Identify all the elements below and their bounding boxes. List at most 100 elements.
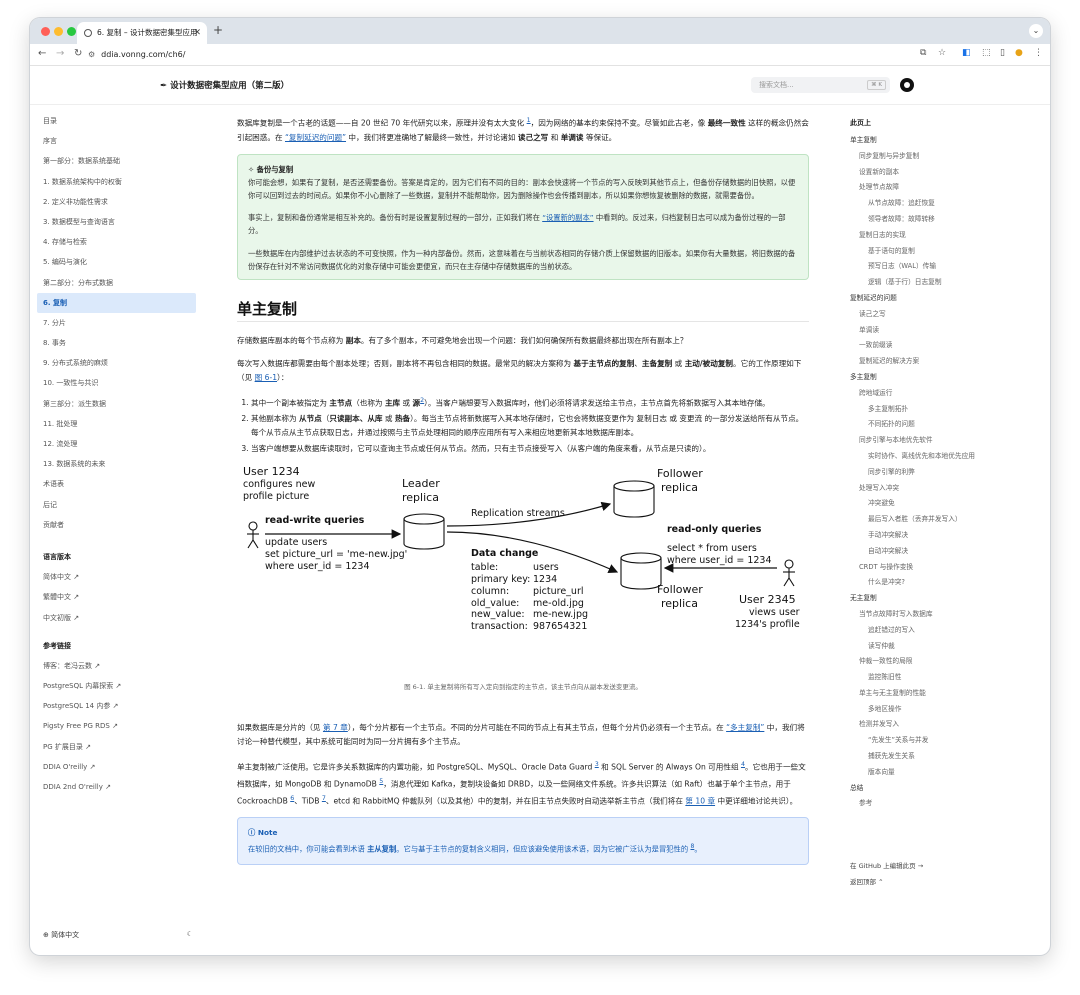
install-app-icon[interactable]: ⧉ (920, 48, 926, 58)
sidebar-item[interactable]: 序言 (37, 131, 196, 151)
toc-item[interactable]: 复制延迟的解决方案 (850, 354, 1030, 370)
toc-item[interactable]: 读写仲裁 (850, 639, 1030, 655)
toc-item[interactable]: “先发生”关系与并发 (850, 733, 1030, 749)
browser-menu-icon[interactable]: ⋮ (1034, 48, 1043, 58)
new-tab-button[interactable]: + (213, 23, 223, 37)
toc-item[interactable]: 同步引擎与本地优先软件 (850, 433, 1030, 449)
toc-item[interactable]: 仲裁一致性的局限 (850, 654, 1030, 670)
toc-item[interactable]: 处理写入冲突 (850, 481, 1030, 497)
toc-item[interactable]: 监控陈旧性 (850, 670, 1030, 686)
toc-item[interactable]: 预写日志（WAL）传输 (850, 259, 1030, 275)
sidebar-item[interactable]: 目录 (37, 111, 196, 131)
sidebar-item[interactable]: 1. 数据系统架构中的权衡 (37, 172, 196, 192)
toc-item[interactable]: 复制延迟的问题 (850, 291, 1030, 307)
new-replica-link[interactable]: “设置新的副本” (542, 213, 593, 222)
github-icon[interactable] (900, 78, 914, 92)
toc-item[interactable]: 版本向量 (850, 765, 1030, 781)
sidebar-lang-link[interactable]: 中文初版 ↗ (37, 608, 196, 628)
toc-item[interactable]: 多地区操作 (850, 702, 1030, 718)
multi-leader-link[interactable]: “多主复制” (726, 723, 764, 732)
sidebar-item[interactable]: 8. 事务 (37, 333, 196, 353)
tab-search-chevron-icon[interactable]: ⌄ (1029, 24, 1043, 38)
figure-6-1-link[interactable]: 图 6-1 (255, 373, 277, 382)
site-logo[interactable]: ✒ 设计数据密集型应用（第二版） (160, 79, 289, 91)
language-switcher[interactable]: ⊕ 简体中文 (43, 931, 79, 939)
toc-item[interactable]: CRDT 与操作变换 (850, 560, 1030, 576)
toc-item[interactable]: 最后写入者胜（丢弃并发写入） (850, 512, 1030, 528)
toc-item[interactable]: 单主复制 (850, 133, 1030, 149)
toc-item[interactable]: 从节点故障：追赶恢复 (850, 196, 1030, 212)
bookmark-star-icon[interactable]: ☆ (938, 48, 946, 58)
search-input[interactable]: 搜索文档... ⌘ K (751, 77, 890, 93)
sidebar-item[interactable]: 术语表 (37, 474, 196, 494)
address-bar[interactable]: ⚙ ddia.vonng.com/ch6/ (88, 48, 185, 62)
toc-item[interactable]: 处理节点故障 (850, 180, 1030, 196)
toc-item[interactable]: 无主复制 (850, 591, 1030, 607)
site-settings-icon[interactable]: ⚙ (88, 50, 95, 59)
sidebar-item[interactable]: 4. 存储与检索 (37, 232, 196, 252)
sidebar-item[interactable]: 后记 (37, 495, 196, 515)
chapter-7-link[interactable]: 第 7 章 (323, 723, 348, 732)
toc-item[interactable]: 跨地域运行 (850, 386, 1030, 402)
profile-avatar-icon[interactable]: ● (1015, 48, 1023, 58)
sidebar-ref-link[interactable]: DDIA 2nd O'reilly ↗ (37, 777, 196, 797)
sidebar-item[interactable]: 13. 数据系统的未来 (37, 454, 196, 474)
toc-item[interactable]: 什么是冲突? (850, 575, 1030, 591)
sidebar-ref-link[interactable]: DDIA O'reilly ↗ (37, 757, 196, 777)
toc-item[interactable]: 当节点故障时写入数据库 (850, 607, 1030, 623)
translate-extension-icon[interactable]: ◧ (962, 48, 971, 58)
toc-item[interactable]: 读己之写 (850, 307, 1030, 323)
chapter-10-link[interactable]: 第 10 章 (685, 797, 715, 806)
sidebar-item[interactable]: 第三部分：派生数据 (37, 394, 196, 414)
toc-item[interactable]: 单主与无主复制的性能 (850, 686, 1030, 702)
back-arrow-icon[interactable]: ← (38, 48, 46, 59)
toc-item[interactable]: 一致前缀读 (850, 338, 1030, 354)
toc-item[interactable]: 追赶错过的写入 (850, 623, 1030, 639)
sidebar-item[interactable]: 第二部分：分布式数据 (37, 273, 196, 293)
toc-item[interactable]: 逻辑（基于行）日志复制 (850, 275, 1030, 291)
toc-item[interactable]: 复制日志的实现 (850, 228, 1030, 244)
edit-on-github-link[interactable]: 在 GitHub 上编辑此页 → (850, 858, 923, 874)
window-maximize-button[interactable] (67, 27, 76, 36)
toc-item[interactable]: 不同拓扑的问题 (850, 417, 1030, 433)
tab-close-icon[interactable]: ✕ (193, 22, 201, 44)
toc-item[interactable]: 总结 (850, 781, 1030, 797)
toc-item[interactable]: 基于语句的复制 (850, 244, 1030, 260)
replication-lag-link[interactable]: “复制延迟的问题” (285, 133, 346, 142)
sidebar-item[interactable]: 6. 复制 (37, 292, 196, 313)
toc-item[interactable]: 单调读 (850, 323, 1030, 339)
sidebar-item[interactable]: 9. 分布式系统的麻烦 (37, 353, 196, 373)
sidebar-item[interactable]: 第一部分：数据系统基础 (37, 151, 196, 171)
sidebar-item[interactable]: 11. 批处理 (37, 414, 196, 434)
toc-item[interactable]: 自动冲突解决 (850, 544, 1030, 560)
extensions-puzzle-icon[interactable]: ⬚ (982, 48, 991, 58)
toc-item[interactable]: 多主复制 (850, 370, 1030, 386)
window-close-button[interactable] (41, 27, 50, 36)
reload-icon[interactable]: ↻ (74, 48, 82, 59)
sidebar-ref-link[interactable]: PG 扩展目录 ↗ (37, 737, 196, 757)
sidebar-item[interactable]: 2. 定义非功能性需求 (37, 192, 196, 212)
toc-item[interactable]: 冲突避免 (850, 496, 1030, 512)
theme-toggle-icon[interactable]: ☾ (187, 930, 193, 938)
sidebar-ref-link[interactable]: PostgreSQL 内幕探索 ↗ (37, 676, 196, 696)
toc-item[interactable]: 多主复制拓扑 (850, 402, 1030, 418)
sidebar-lang-link[interactable]: 简体中文 ↗ (37, 567, 196, 587)
browser-tab-active[interactable]: 6. 复制 – 设计数据密集型应用 ✕ (77, 22, 207, 44)
sidebar-item[interactable]: 5. 编码与演化 (37, 252, 196, 272)
toc-item[interactable]: 设置新的副本 (850, 165, 1030, 181)
sidebar-item[interactable]: 3. 数据模型与查询语言 (37, 212, 196, 232)
back-to-top-link[interactable]: 返回顶部 ⌃ (850, 874, 923, 890)
sidebar-panel-icon[interactable]: ▯ (1000, 48, 1005, 58)
sidebar-ref-link[interactable]: PostgreSQL 14 内参 ↗ (37, 696, 196, 716)
sidebar-item[interactable]: 10. 一致性与共识 (37, 373, 196, 393)
toc-item[interactable]: 领导者故障：故障转移 (850, 212, 1030, 228)
sidebar-lang-link[interactable]: 繁體中文 ↗ (37, 587, 196, 607)
sidebar-item[interactable]: 贡献者 (37, 515, 196, 535)
toc-item[interactable]: 捕获先发生关系 (850, 749, 1030, 765)
sidebar-ref-link[interactable]: 博客：老冯云数 ↗ (37, 656, 196, 676)
toc-item[interactable]: 检测并发写入 (850, 717, 1030, 733)
toc-item[interactable]: 参考 (850, 796, 1030, 812)
sidebar-item[interactable]: 7. 分片 (37, 313, 196, 333)
toc-item[interactable]: 同步复制与异步复制 (850, 149, 1030, 165)
window-minimize-button[interactable] (54, 27, 63, 36)
